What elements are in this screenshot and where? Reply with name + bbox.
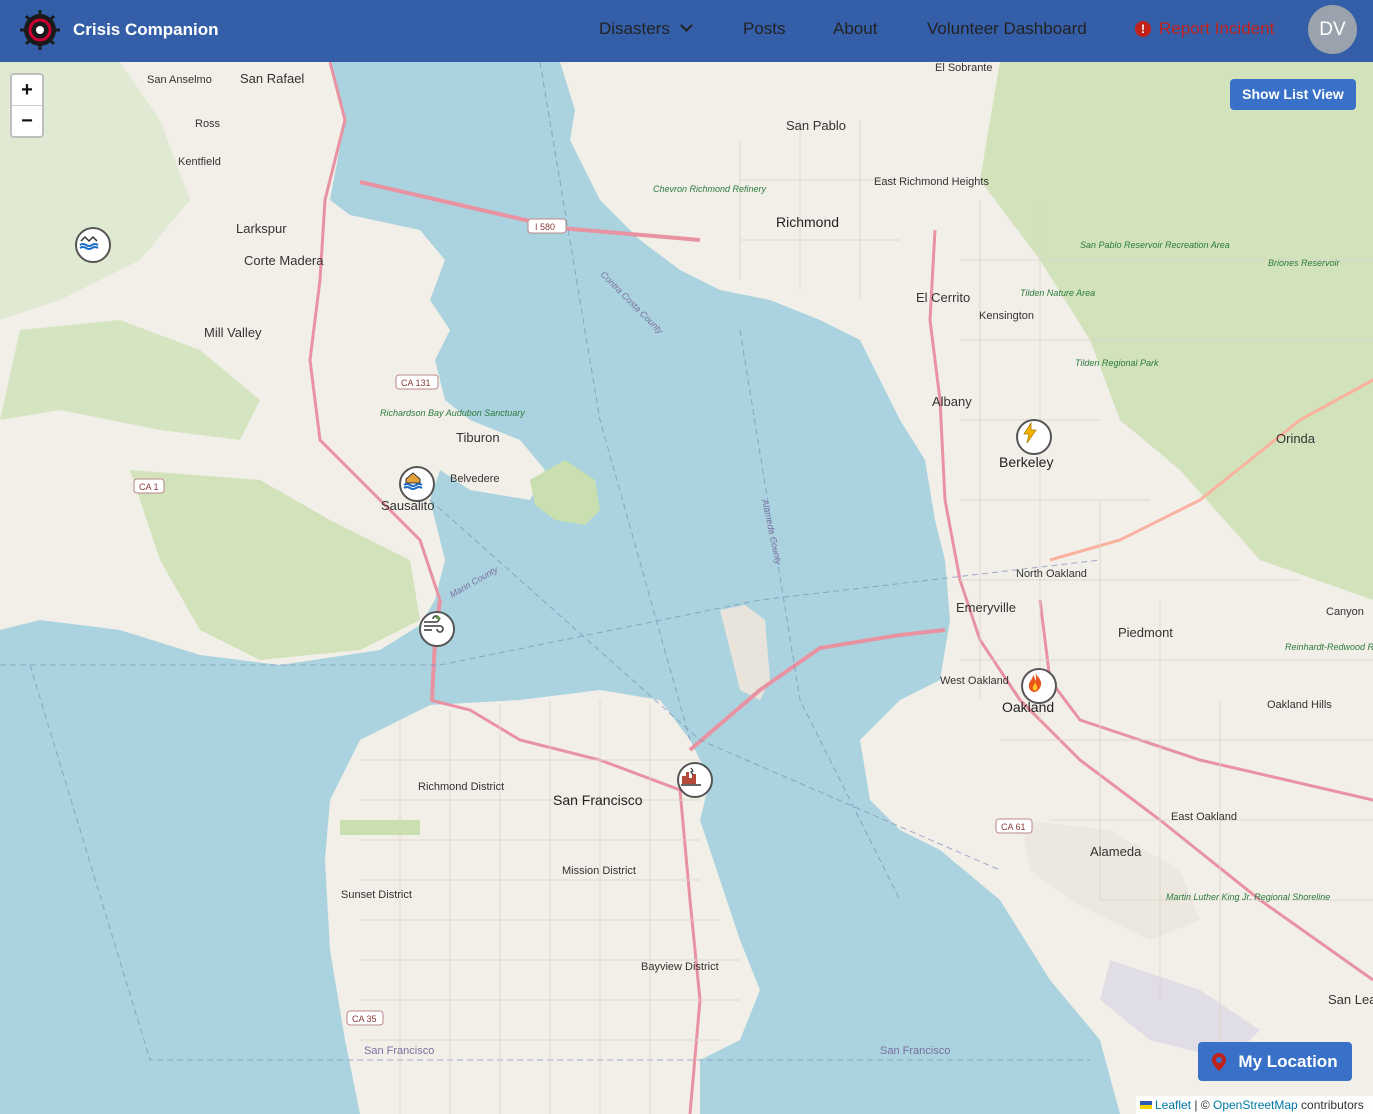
place-east-oakland: East Oakland (1171, 811, 1237, 823)
place-ross: Ross (195, 118, 221, 130)
map-tiles: Chevron Richmond Refinery Richardson Bay… (0, 62, 1373, 1114)
label-sf-county-bottom: San Francisco (880, 1045, 950, 1057)
place-belvedere: Belvedere (450, 473, 500, 485)
place-piedmont: Piedmont (1118, 625, 1173, 640)
alert-icon: ! (1135, 21, 1151, 37)
park-mlk-shoreline: Martin Luther King Jr. Regional Shorelin… (1166, 892, 1330, 902)
place-mill-valley: Mill Valley (204, 325, 262, 340)
park-briones: Briones Reservoir (1268, 258, 1341, 268)
place-bayview-district: Bayview District (641, 961, 719, 973)
brand[interactable]: Crisis Companion (20, 9, 218, 51)
leaflet-link[interactable]: Leaflet (1155, 1098, 1191, 1112)
wind-icon (424, 615, 444, 633)
marker-earthquake[interactable] (677, 762, 713, 798)
zoom-out-button[interactable]: − (12, 105, 42, 136)
place-north-oakland: North Oakland (1016, 568, 1087, 580)
marker-wind[interactable] (419, 611, 455, 647)
place-el-sobrante: El Sobrante (935, 62, 992, 74)
my-location-label: My Location (1238, 1051, 1338, 1071)
report-incident-label: Report Incident (1159, 19, 1275, 38)
osm-link[interactable]: OpenStreetMap (1213, 1098, 1298, 1112)
place-tiburon: Tiburon (456, 430, 500, 445)
marker-lightning[interactable] (1016, 419, 1052, 455)
zoom-in-button[interactable]: + (12, 75, 42, 105)
marker-house-flood[interactable] (399, 466, 435, 502)
show-list-view-button[interactable]: Show List View (1230, 79, 1356, 110)
park-richardson-bay: Richardson Bay Audubon Sanctuary (380, 408, 525, 418)
place-san-leandro: San Lea (1328, 992, 1373, 1007)
place-san-pablo: San Pablo (786, 118, 846, 133)
place-kentfield: Kentfield (178, 156, 221, 168)
place-sunset-district: Sunset District (341, 889, 412, 901)
place-alameda: Alameda (1090, 844, 1142, 859)
map-container[interactable]: Chevron Richmond Refinery Richardson Bay… (0, 62, 1373, 1114)
place-berkeley: Berkeley (999, 454, 1053, 470)
chevron-down-icon (679, 19, 693, 32)
park-tilden-nature: Tilden Nature Area (1020, 288, 1095, 298)
marker-fire[interactable] (1021, 668, 1057, 704)
shield-i580: I 580 (535, 222, 555, 232)
shield-ca61: CA 61 (1001, 822, 1026, 832)
place-san-francisco: San Francisco (553, 792, 643, 808)
crisis-logo-icon (20, 10, 60, 50)
place-west-oakland: West Oakland (940, 675, 1009, 687)
earthquake-icon (681, 767, 701, 786)
location-pin-icon (1212, 1052, 1227, 1071)
house-flood-icon (403, 472, 423, 490)
park-tilden-regional: Tilden Regional Park (1075, 358, 1159, 368)
attribution-separator: | © (1191, 1098, 1213, 1112)
label-sf-county-small: San Francisco (364, 1045, 434, 1057)
shield-ca131: CA 131 (401, 378, 431, 388)
shield-ca1: CA 1 (139, 482, 159, 492)
user-avatar[interactable]: DV (1308, 5, 1357, 54)
attribution-contributors: contributors (1297, 1098, 1364, 1112)
place-mission-district: Mission District (562, 865, 636, 877)
flood-icon (79, 235, 99, 250)
place-sausalito: Sausalito (381, 498, 434, 513)
nav-posts[interactable]: Posts (743, 19, 786, 39)
place-richmond: Richmond (776, 214, 839, 230)
shield-ca35: CA 35 (352, 1014, 377, 1024)
place-kensington: Kensington (979, 310, 1034, 322)
place-san-rafael: San Rafael (240, 71, 304, 86)
ukraine-flag-icon (1140, 1101, 1152, 1109)
map-attribution: Leaflet | © OpenStreetMap contributors (1136, 1096, 1373, 1114)
place-richmond-district: Richmond District (418, 781, 504, 793)
park-chevron: Chevron Richmond Refinery (653, 184, 767, 194)
fire-icon (1028, 672, 1042, 692)
nav-disasters-label: Disasters (599, 19, 670, 38)
place-emeryville: Emeryville (956, 600, 1016, 615)
place-san-anselmo: San Anselmo (147, 74, 212, 86)
place-east-richmond-heights: East Richmond Heights (874, 176, 989, 188)
park-reinhardt: Reinhardt-Redwood Regional Park (1285, 642, 1373, 652)
nav-volunteer-dashboard[interactable]: Volunteer Dashboard (927, 19, 1087, 39)
my-location-button[interactable]: My Location (1198, 1042, 1352, 1081)
park-san-pablo-reservoir: San Pablo Reservoir Recreation Area (1080, 240, 1230, 250)
lightning-icon (1023, 421, 1037, 444)
place-oakland-hills: Oakland Hills (1267, 699, 1332, 711)
place-corte-madera: Corte Madera (244, 253, 324, 268)
place-orinda: Orinda (1276, 431, 1316, 446)
nav-report-incident[interactable]: ! Report Incident (1135, 19, 1274, 39)
place-albany: Albany (932, 394, 972, 409)
place-el-cerrito: El Cerrito (916, 290, 970, 305)
top-navbar: Crisis Companion Disasters Posts About V… (0, 0, 1373, 62)
marker-flood[interactable] (75, 227, 111, 263)
nav-disasters-dropdown[interactable]: Disasters (599, 19, 693, 39)
place-canyon: Canyon (1326, 606, 1364, 618)
zoom-control: + − (10, 73, 44, 138)
brand-name: Crisis Companion (73, 20, 219, 39)
nav-about[interactable]: About (833, 19, 877, 39)
place-larkspur: Larkspur (236, 221, 287, 236)
